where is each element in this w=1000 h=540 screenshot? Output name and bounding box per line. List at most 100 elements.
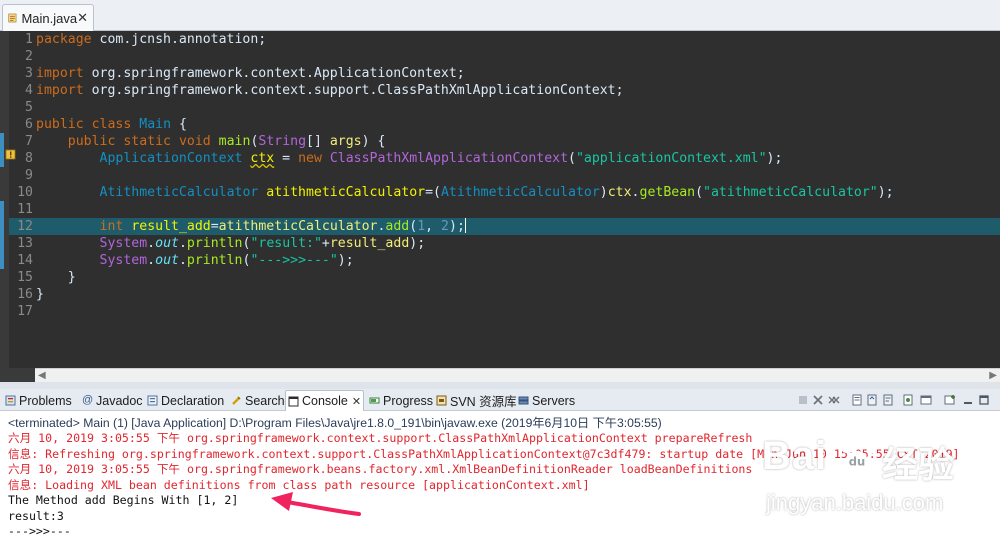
tab-console[interactable]: Console ✕ — [285, 390, 365, 411]
declaration-icon — [147, 395, 158, 406]
code-text: public static void main(String[] args) { — [67, 134, 386, 149]
change-marker — [0, 201, 4, 218]
code-text: public class Main { — [36, 117, 187, 132]
tab-svn[interactable]: SVN 资源库 — [434, 390, 519, 411]
progress-icon — [369, 397, 380, 404]
code-text: int result_add=atithmeticCalculator.add(… — [99, 218, 466, 234]
tab-progress-label: Progress — [383, 393, 434, 408]
code-line[interactable]: 13 System.out.println("result:"+result_a… — [9, 235, 1000, 252]
line-number: 12 — [17, 219, 33, 234]
code-line[interactable]: 4 import org.springframework.context.supp… — [9, 82, 1000, 99]
svg-text:du: du — [849, 455, 865, 469]
open-console-icon[interactable] — [944, 394, 956, 406]
tab-servers-label: Servers — [532, 393, 576, 408]
code-line[interactable]: 1 package com.jcnsh.annotation; — [9, 31, 1000, 48]
remove-launch-icon[interactable] — [812, 394, 824, 406]
svn-repository-icon — [436, 395, 447, 406]
code-editor[interactable]: 1 package com.jcnsh.annotation; 2 3 import o… — [0, 31, 1000, 368]
horizontal-scrollbar[interactable]: ◀ ▶ — [35, 368, 1000, 382]
line-number: 11 — [17, 202, 33, 217]
servers-icon — [518, 396, 529, 405]
code-text: package com.jcnsh.annotation; — [36, 32, 267, 47]
code-text: System.out.println("--->>>---"); — [99, 253, 354, 268]
code-text: AtithmeticCalculator atithmeticCalculato… — [99, 185, 894, 200]
maximize-icon[interactable] — [978, 394, 990, 406]
watermark-brand: Bai — [762, 434, 828, 478]
code-text: } — [36, 287, 44, 302]
code-line[interactable]: 2 — [9, 48, 1000, 65]
line-number: 9 — [25, 168, 33, 183]
code-text: import org.springframework.context.Appli… — [36, 66, 465, 81]
scroll-lock-icon[interactable] — [866, 394, 878, 406]
line-number: 5 — [25, 100, 33, 115]
line-number: 1 — [25, 32, 33, 47]
code-text: } — [36, 270, 76, 285]
tab-javadoc-label: Javadoc — [96, 393, 143, 408]
tab-javadoc[interactable]: @ Javadoc — [80, 390, 145, 411]
paw-logo-icon: du — [841, 435, 875, 470]
line-number: 4 — [25, 83, 33, 98]
tab-problems[interactable]: Problems — [3, 390, 74, 411]
watermark-url: jingyan.baidu.com — [766, 490, 944, 515]
tab-problems-label: Problems — [19, 393, 72, 408]
scroll-right-icon[interactable]: ▶ — [989, 370, 997, 381]
code-line[interactable]: 16} — [9, 286, 1000, 303]
code-line[interactable]: 5 — [9, 99, 1000, 116]
line-number: 15 — [17, 270, 33, 285]
code-line[interactable]: 8 ApplicationContext ctx = new ClassPath… — [9, 150, 1000, 167]
code-text: import org.springframework.context.suppo… — [36, 83, 624, 98]
line-number: 16 — [17, 287, 33, 302]
view-tab-bar: Problems @ Javadoc Declaration Search Co… — [0, 389, 1000, 411]
code-line[interactable]: 17 — [9, 303, 1000, 320]
scroll-left-icon[interactable]: ◀ — [38, 370, 46, 381]
tab-progress[interactable]: Progress — [367, 390, 435, 411]
word-wrap-icon[interactable] — [882, 394, 894, 406]
baidu-jingyan-watermark: Bai du 经验 jingyan.baidu.com — [756, 428, 996, 538]
change-marker — [0, 218, 4, 269]
sash-divider[interactable] — [0, 382, 1000, 389]
code-text: System.out.println("result:"+result_add)… — [99, 236, 426, 251]
console-process-header: <terminated> Main (1) [Java Application]… — [8, 416, 662, 430]
watermark-brand-cn: 经验 — [882, 444, 955, 485]
change-marker — [0, 133, 4, 167]
stop-icon[interactable] — [797, 394, 809, 406]
tab-declaration[interactable]: Declaration — [145, 390, 226, 411]
clear-console-icon[interactable] — [851, 394, 863, 406]
remove-all-icon[interactable] — [828, 394, 840, 406]
code-line[interactable]: 7 public static void main(String[] args)… — [9, 133, 1000, 150]
java-file-icon — [8, 13, 17, 23]
console-icon — [288, 396, 299, 406]
line-number: 6 — [25, 117, 33, 132]
close-icon[interactable]: ✕ — [77, 10, 88, 26]
code-line[interactable]: 14 System.out.println("--->>>---"); — [9, 252, 1000, 269]
javadoc-icon: @ — [82, 394, 94, 406]
display-console-icon[interactable] — [920, 394, 932, 406]
code-line[interactable]: 9 — [9, 167, 1000, 184]
annotation-arrow-icon — [271, 492, 361, 516]
editor-tab-title: Main.java — [21, 10, 78, 26]
ruler-corner — [0, 368, 35, 382]
pin-console-icon[interactable] — [902, 394, 914, 406]
tab-search-label: Search — [245, 393, 285, 408]
line-number: 13 — [17, 236, 33, 251]
editor-tab-main-java[interactable]: Main.java ✕ — [2, 4, 94, 31]
code-line[interactable]: 10 AtithmeticCalculator atithmeticCalcul… — [9, 184, 1000, 201]
tab-search[interactable]: Search — [229, 390, 287, 411]
tab-svn-label: SVN 资源库 — [450, 395, 517, 409]
search-icon — [232, 396, 241, 405]
code-line[interactable]: 3 import org.springframework.context.Appl… — [9, 65, 1000, 82]
minimize-icon[interactable] — [962, 394, 974, 406]
line-number: 7 — [25, 134, 33, 149]
tab-declaration-label: Declaration — [161, 393, 225, 408]
code-line[interactable]: 6 public class Main { — [9, 116, 1000, 133]
code-line[interactable]: 12 int result_add=atithmeticCalculator.a… — [9, 218, 1000, 235]
line-number: 3 — [25, 66, 33, 81]
close-icon[interactable]: ✕ — [352, 395, 361, 408]
line-number: 14 — [17, 253, 33, 268]
code-line[interactable]: 11 — [9, 201, 1000, 218]
tab-servers[interactable]: Servers — [516, 390, 577, 411]
editor-tab-bar: Main.java ✕ — [0, 0, 1000, 31]
line-number: 2 — [25, 49, 33, 64]
code-line[interactable]: 15 } — [9, 269, 1000, 286]
tab-console-label: Console — [302, 394, 348, 408]
